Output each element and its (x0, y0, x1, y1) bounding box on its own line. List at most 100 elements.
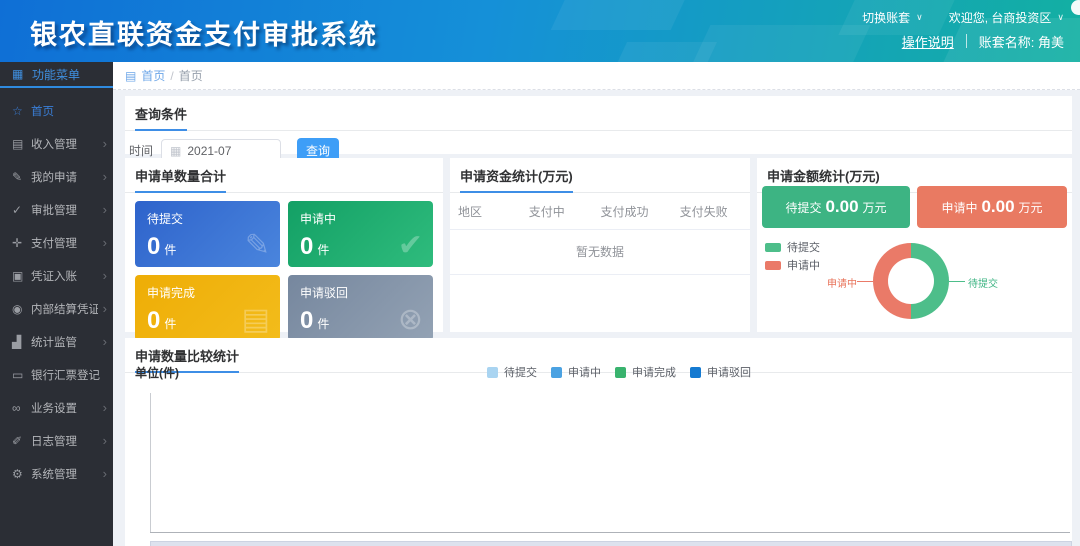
payment-icon: ✛ (12, 236, 26, 250)
donut-chart[interactable] (873, 243, 949, 319)
time-label: 时间 (129, 142, 153, 159)
legend-item-pending-submit[interactable]: 待提交 (487, 363, 537, 381)
edit-document-icon: ✎ (245, 228, 270, 263)
breadcrumb-separator: / (170, 69, 173, 83)
document-rejected-icon: ⊗ (398, 302, 423, 337)
divider (966, 34, 967, 48)
sidebar-item-bank-draft-registration[interactable]: ▭ 银行汇票登记 (0, 358, 113, 391)
chevron-right-icon: › (103, 136, 107, 151)
column-region: 地区 (456, 203, 508, 220)
chart-scrollbar[interactable] (150, 541, 1072, 546)
header-decoration (551, 0, 690, 30)
funds-statistics-panel: 申请资金统计(万元) 地区 支付中 支付成功 支付失败 暂无数据 (450, 158, 750, 332)
sidebar-item-my-applications[interactable]: ✎ 我的申请 › (0, 160, 113, 193)
query-panel: 查询条件 时间 ▦ 2021-07 查询 (125, 96, 1072, 154)
sidebar-item-approval-mgmt[interactable]: ✓ 审批管理 › (0, 193, 113, 226)
breadcrumb-current: 首页 (179, 67, 203, 84)
switch-account-dropdown[interactable]: 切换账套 ∨ (862, 9, 923, 26)
link-icon: ∞ (12, 401, 26, 415)
donut-label-left: 申请中 (827, 275, 857, 290)
funds-panel-title: 申请资金统计(万元) (460, 166, 573, 193)
operation-manual-link[interactable]: 操作说明 (902, 32, 954, 51)
x-axis-line (150, 532, 1070, 533)
document-icon: ▤ (242, 302, 270, 337)
legend-item-in-progress[interactable]: 申请中 (551, 363, 601, 381)
amount-statistics-panel: 申请金额统计(万元) 待提交 0.00 万元 申请中 0.00 万元 待提交 申… (757, 158, 1072, 332)
page-icon: ▤ (125, 69, 136, 83)
sidebar-item-voucher-entry[interactable]: ▣ 凭证入账 › (0, 259, 113, 292)
legend-item-rejected[interactable]: 申请驳回 (690, 363, 751, 381)
sidebar-item-business-settings[interactable]: ∞ 业务设置 › (0, 391, 113, 424)
legend-swatch-blue (551, 367, 562, 378)
sidebar-item-log-mgmt[interactable]: ✐ 日志管理 › (0, 424, 113, 457)
legend-swatch-green (765, 243, 781, 252)
query-panel-header: 查询条件 (125, 96, 1072, 131)
briefcase-icon: ▣ (12, 269, 26, 283)
legend-item-in-progress[interactable]: 申请中 (765, 256, 820, 274)
column-pay-success: 支付成功 (586, 203, 664, 220)
sidebar-item-system-mgmt[interactable]: ⚙ 系统管理 › (0, 457, 113, 490)
legend-swatch-darkblue (690, 367, 701, 378)
chevron-right-icon: › (103, 268, 107, 283)
floating-help-button[interactable] (1071, 0, 1080, 15)
donut-label-right: 待提交 (968, 275, 998, 290)
header-decoration (613, 42, 717, 62)
legend-swatch-salmon (765, 261, 781, 270)
chevron-right-icon: › (103, 301, 107, 316)
empty-data-text: 暂无数据 (450, 230, 750, 275)
in-progress-card[interactable]: 申请中 0件 ✔ (288, 201, 433, 267)
app-title: 银农直联资金支付审批系统 (30, 13, 378, 52)
pencil-icon: ✎ (12, 170, 26, 184)
sidebar: ▦ 功能菜单 ☆ 首页 ▤ 收入管理 › ✎ 我的申请 › ✓ 审批管理 › (0, 62, 113, 546)
app-window: 银农直联资金支付审批系统 切换账套 ∨ 欢迎您, 台商投资区 ∨ 操作说明 账套… (0, 0, 1080, 546)
edit-icon: ✐ (12, 434, 26, 448)
sidebar-item-internal-settlement-voucher[interactable]: ◉ 内部结算凭证 › (0, 292, 113, 325)
legend-item-completed[interactable]: 申请完成 (615, 363, 676, 381)
column-pay-failed: 支付失败 (663, 203, 744, 220)
sidebar-item-income-mgmt[interactable]: ▤ 收入管理 › (0, 127, 113, 160)
y-axis-line (150, 393, 151, 532)
chevron-right-icon: › (103, 400, 107, 415)
chevron-right-icon: › (103, 202, 107, 217)
bar-chart-legend: 待提交 申请中 申请完成 申请驳回 (487, 363, 751, 381)
funds-panel-header: 申请资金统计(万元) (450, 158, 750, 193)
sidebar-menu-header: ▦ 功能菜单 (0, 62, 113, 88)
donut-legend: 待提交 申请中 (765, 238, 820, 274)
check-icon: ✓ (12, 203, 26, 217)
rejected-card[interactable]: 申请驳回 0件 ⊗ (288, 275, 433, 341)
app-header: 银农直联资金支付审批系统 切换账套 ∨ 欢迎您, 台商投资区 ∨ 操作说明 账套… (0, 0, 1080, 62)
breadcrumb: ▤ 首页 / 首页 (113, 62, 1080, 90)
gear-icon: ⚙ (12, 467, 26, 481)
count-panel-title: 申请单数量合计 (135, 166, 226, 193)
legend-item-pending[interactable]: 待提交 (765, 238, 820, 256)
funds-table-header: 地区 支付中 支付成功 支付失败 (450, 193, 750, 230)
donut-callout-line-left (857, 281, 873, 282)
chevron-right-icon: › (103, 466, 107, 481)
chevron-right-icon: › (103, 169, 107, 184)
breadcrumb-home-link[interactable]: 首页 (141, 67, 165, 84)
legend-swatch-green (615, 367, 626, 378)
chevron-down-icon: ∨ (1057, 12, 1064, 23)
column-paying: 支付中 (508, 203, 586, 220)
sidebar-item-payment-mgmt[interactable]: ✛ 支付管理 › (0, 226, 113, 259)
pending-submit-card[interactable]: 待提交 0件 ✎ (135, 201, 280, 267)
completed-card[interactable]: 申请完成 0件 ▤ (135, 275, 280, 341)
query-panel-title: 查询条件 (135, 104, 187, 131)
header-account-area: 切换账套 ∨ 欢迎您, 台商投资区 ∨ 操作说明 账套名称: 角美 (862, 6, 1064, 54)
application-count-panel: 申请单数量合计 待提交 0件 ✎ 申请中 0件 ✔ 申请完成 0件 ▤ 申请驳回… (125, 158, 443, 332)
pending-amount-card[interactable]: 待提交 0.00 万元 (762, 186, 910, 228)
target-icon: ◉ (12, 302, 26, 316)
donut-callout-line-right (949, 281, 965, 282)
welcome-user-dropdown[interactable]: 欢迎您, 台商投资区 ∨ (949, 9, 1064, 26)
account-name-label: 账套名称: 角美 (979, 32, 1064, 51)
menu-grid-icon: ▦ (12, 67, 26, 81)
calendar-icon: ▦ (170, 144, 181, 158)
chart-unit-label: 单位(件) (135, 364, 179, 381)
checklist-icon: ✔ (398, 228, 423, 263)
sidebar-item-home[interactable]: ☆ 首页 (0, 94, 113, 127)
legend-swatch-lightblue (487, 367, 498, 378)
in-progress-amount-card[interactable]: 申请中 0.00 万元 (917, 186, 1067, 228)
card-icon: ▭ (12, 368, 26, 382)
chevron-right-icon: › (103, 235, 107, 250)
sidebar-item-statistics-supervision[interactable]: ▟ 统计监管 › (0, 325, 113, 358)
